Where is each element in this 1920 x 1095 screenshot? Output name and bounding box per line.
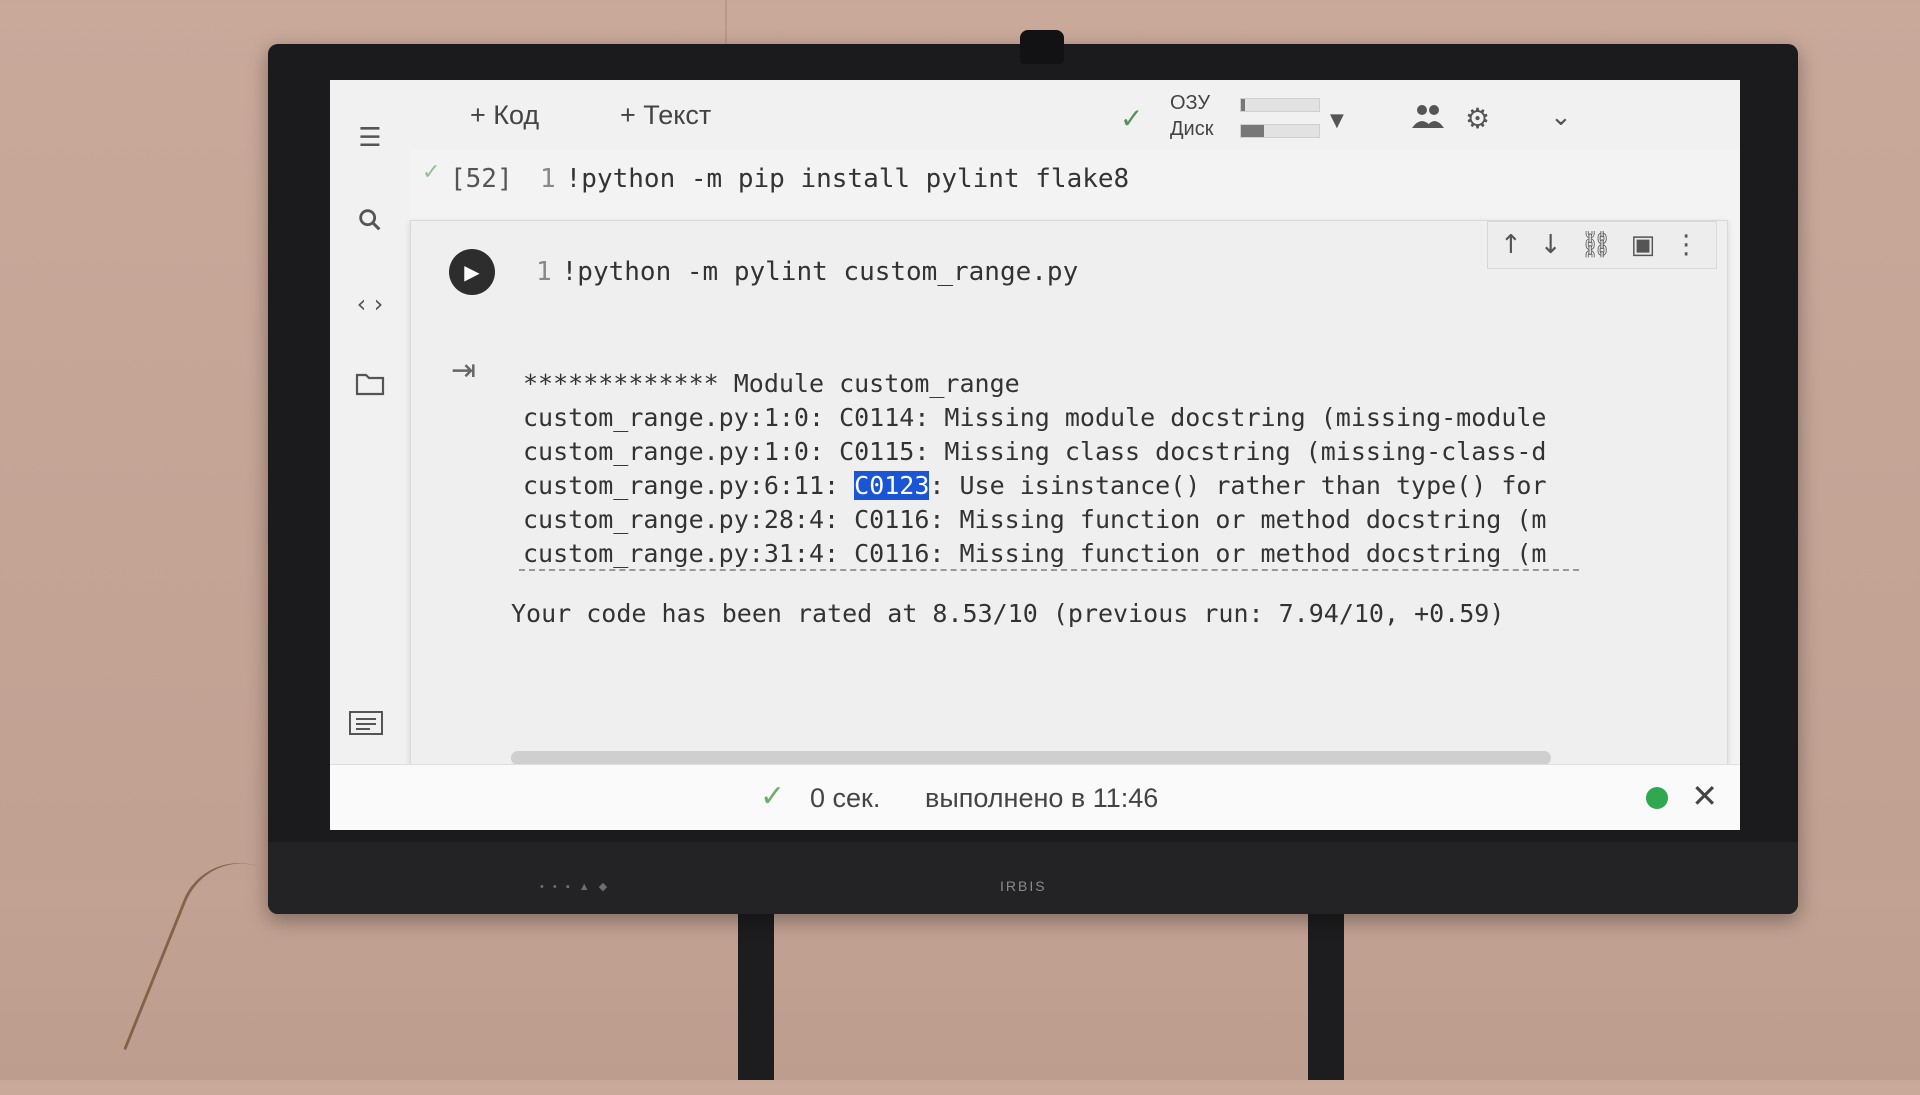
code-text: !python -m pip install pylint flake8 — [565, 164, 1130, 194]
ram-bar — [1240, 98, 1320, 112]
output-line: custom_range.py:1:0: C0114: Missing modu… — [523, 403, 1547, 432]
colab-screen: ☰ ‹ › + Код + Текст ✓ ОЗУ Диск ▼ ⚙ ⌄ ✓ [… — [330, 80, 1740, 830]
run-cell-button[interactable]: ▶ — [449, 249, 495, 295]
link-icon[interactable]: ⛓ — [1580, 230, 1613, 260]
disk-bar — [1240, 124, 1320, 138]
output-suffix: : Use isinstance() rather than type() fo… — [929, 471, 1547, 500]
output-line-highlighted: custom_range.py:6:11: C0123: Use isinsta… — [523, 471, 1547, 500]
cell-done-check-icon: ✓ — [422, 160, 441, 185]
tv-brand: IRBIS — [1000, 878, 1047, 894]
cell-toolbar: ↑ ↓ ⛓ ▣ ⋮ — [1487, 221, 1717, 269]
collapse-chevron-icon[interactable]: ⌄ — [1550, 102, 1572, 132]
horizontal-scrollbar[interactable] — [511, 751, 1551, 765]
code-snippets-icon[interactable]: ‹ › — [352, 286, 388, 322]
output-line: custom_range.py:28:4: C0116: Missing fun… — [523, 505, 1547, 534]
output-line: custom_range.py:31:4: C0116: Missing fun… — [523, 539, 1547, 568]
connected-check-icon: ✓ — [1120, 102, 1144, 135]
search-icon[interactable] — [352, 202, 388, 238]
left-rail: ☰ ‹ › — [330, 80, 410, 830]
disk-label: Диск — [1170, 118, 1214, 140]
output-header: ************* Module custom_range — [523, 369, 1020, 398]
output-separator — [519, 569, 1579, 571]
close-icon[interactable]: ✕ — [1691, 777, 1718, 815]
success-check-icon: ✓ — [760, 779, 786, 814]
runtime-status-dot — [1646, 787, 1668, 809]
pylint-rating: Your code has been rated at 8.53/10 (pre… — [511, 599, 1505, 628]
stand-leg-left — [738, 905, 774, 1080]
terminal-icon[interactable] — [348, 710, 384, 743]
add-code-button[interactable]: + Код — [470, 100, 539, 131]
add-text-button[interactable]: + Текст — [620, 100, 711, 131]
status-bar: ✓ 0 сек. выполнено в 11:46 ✕ — [330, 764, 1740, 830]
ram-bar-fill — [1241, 99, 1245, 111]
code-cell-pylint[interactable]: ▶ 1 !python -m pylint custom_range.py ↑ ↓… — [410, 220, 1728, 777]
execution-count: [52] — [450, 164, 513, 194]
menu-icon[interactable]: ☰ — [352, 120, 388, 156]
comment-icon[interactable]: ▣ — [1631, 230, 1656, 260]
tv-camera — [1020, 30, 1064, 64]
line-number: 1 — [536, 257, 552, 287]
share-people-icon[interactable] — [1410, 102, 1446, 137]
code-line[interactable]: 1 !python -m pip install pylint flake8 — [540, 164, 1129, 194]
chevron-down-icon[interactable]: ▼ — [1330, 110, 1344, 131]
gear-icon[interactable]: ⚙ — [1465, 102, 1490, 135]
elapsed-time: 0 сек. — [810, 783, 881, 813]
output-line: custom_range.py:1:0: C0115: Missing clas… — [523, 437, 1547, 466]
code-line[interactable]: 1 !python -m pylint custom_range.py — [536, 257, 1078, 287]
more-options-icon[interactable]: ⋮ — [1673, 230, 1699, 260]
folder-icon[interactable] — [352, 366, 388, 402]
code-cell-install[interactable]: ✓ [52] 1 !python -m pip install pylint fl… — [410, 150, 1728, 210]
disk-bar-fill — [1241, 125, 1265, 137]
output-prefix: custom_range.py:6:11: — [523, 471, 855, 500]
output-clear-icon[interactable]: ⇥ — [451, 353, 476, 388]
ram-label: ОЗУ — [1170, 92, 1211, 114]
selected-text[interactable]: C0123 — [854, 471, 930, 500]
completed-at: выполнено в 11:46 — [925, 783, 1159, 813]
tv-buttons: • • ▪ ▲ ◆ — [540, 881, 611, 893]
move-down-icon[interactable]: ↓ — [1540, 230, 1562, 260]
stand-leg-right — [1308, 905, 1344, 1080]
notebook-toolbar: + Код + Текст ✓ ОЗУ Диск ▼ ⚙ ⌄ — [410, 80, 1740, 150]
line-number: 1 — [540, 164, 556, 194]
code-text: !python -m pylint custom_range.py — [561, 257, 1079, 287]
move-up-icon[interactable]: ↑ — [1500, 230, 1522, 260]
